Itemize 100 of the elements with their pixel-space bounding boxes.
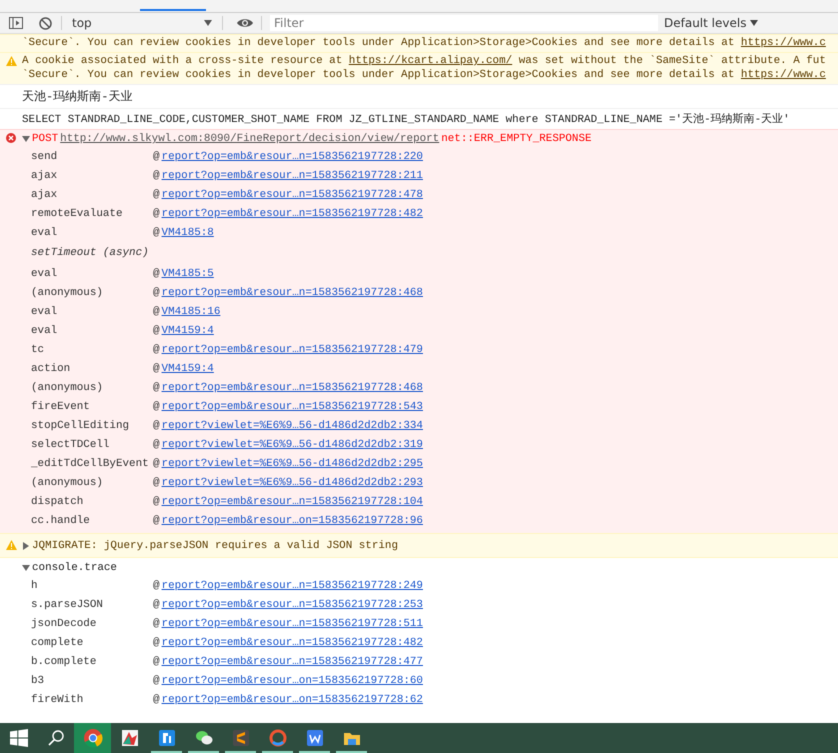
source-link[interactable]: report?viewlet=%E6%9…56-d1486d2d2db2:319 bbox=[162, 438, 423, 450]
warning-message: `Secure`. You can review cookies in developer tools under Application>Storage>Cookies and see more details at https://www.c bbox=[22, 68, 827, 82]
warning-message: JQMIGRATE: jQuery.parseJSON requires a valid JSON string bbox=[32, 540, 398, 552]
source-link[interactable]: report?op=emb&resour…n=1583562197728:468 bbox=[162, 286, 423, 298]
source-link[interactable]: VM4159:4 bbox=[162, 324, 214, 336]
function-name: eval bbox=[31, 324, 58, 336]
source-link[interactable]: VM4159:4 bbox=[162, 362, 214, 374]
error-icon bbox=[6, 133, 16, 143]
source-link[interactable]: report?op=emb&resour…n=1583562197728:468 bbox=[162, 382, 423, 394]
warning-message: `Secure`. You can review cookies in developer tools under Application>Storage>Cookies and see more details at https://www.c bbox=[22, 36, 827, 50]
trace-label: console.trace bbox=[32, 562, 117, 574]
source-link[interactable]: report?op=emb&resour…n=1583562197728:482 bbox=[162, 636, 423, 648]
function-name: b.complete bbox=[31, 656, 98, 668]
function-name: eval bbox=[31, 306, 58, 318]
caret-icon bbox=[750, 20, 758, 26]
at-sign: @ bbox=[153, 382, 160, 394]
at-sign: @ bbox=[153, 188, 160, 200]
function-name: ajax bbox=[31, 188, 58, 200]
at-sign: @ bbox=[153, 636, 160, 648]
source-link[interactable]: report?op=emb&resour…n=1583562197728:511 bbox=[162, 618, 423, 630]
function-name: complete bbox=[31, 636, 84, 648]
caret-icon bbox=[204, 20, 212, 26]
function-name: fireWith bbox=[31, 694, 84, 706]
function-name: ajax bbox=[31, 170, 58, 182]
function-name: fireEvent bbox=[31, 400, 91, 412]
sidebar-toggle-button[interactable] bbox=[6, 14, 26, 32]
request-url-link[interactable]: http://www.slkywl.com:8090/FineReport/decision/view/report bbox=[60, 133, 440, 145]
log-message: 天池-玛纳斯南-天业 bbox=[22, 90, 132, 104]
source-link[interactable]: report?op=emb&resour…n=1583562197728:479 bbox=[162, 344, 423, 356]
function-name: action bbox=[31, 362, 72, 374]
at-sign: @ bbox=[153, 438, 160, 450]
source-link[interactable]: report?op=emb&resour…n=1583562197728:253 bbox=[162, 598, 423, 610]
function-name: stopCellEditing bbox=[31, 420, 130, 432]
warning-icon bbox=[6, 56, 16, 66]
url-link[interactable]: https://www.c bbox=[740, 69, 826, 81]
source-link[interactable]: report?op=emb&resour…n=1583562197728:543 bbox=[162, 400, 423, 412]
function-name: selectTDCell bbox=[31, 438, 110, 450]
function-name: (anonymous) bbox=[31, 382, 104, 394]
source-link[interactable]: report?op=emb&resour…n=1583562197728:220 bbox=[162, 150, 423, 162]
source-link[interactable]: VM4185:16 bbox=[162, 306, 220, 318]
function-name: eval bbox=[31, 226, 58, 238]
at-sign: @ bbox=[153, 344, 160, 356]
function-name: h bbox=[31, 580, 39, 592]
collapsed-arrow-icon[interactable] bbox=[22, 542, 30, 550]
at-sign: @ bbox=[153, 674, 160, 686]
at-sign: @ bbox=[153, 306, 160, 318]
source-link[interactable]: report?viewlet=%E6%9…56-d1486d2d2db2:334 bbox=[162, 420, 423, 432]
async-frame-label: setTimeout (async) bbox=[31, 247, 150, 259]
at-sign: @ bbox=[153, 226, 160, 238]
function-name: s.parseJSON bbox=[31, 598, 104, 610]
source-link[interactable]: VM4185:8 bbox=[162, 226, 214, 238]
url-link[interactable]: https://www.c bbox=[740, 37, 826, 49]
at-sign: @ bbox=[153, 656, 160, 668]
source-link[interactable]: report?op=emb&resour…n=1583562197728:482 bbox=[162, 208, 423, 220]
function-name: jsonDecode bbox=[31, 618, 98, 630]
at-sign: @ bbox=[153, 400, 160, 412]
at-sign: @ bbox=[153, 598, 160, 610]
levels-dropdown[interactable]: Default levels bbox=[664, 16, 758, 30]
source-link[interactable]: report?op=emb&resour…n=1583562197728:249 bbox=[162, 580, 423, 592]
error-text: net::ERR_EMPTY_RESPONSE bbox=[441, 133, 592, 145]
at-sign: @ bbox=[153, 208, 160, 220]
source-link[interactable]: VM4185:5 bbox=[162, 268, 214, 280]
at-sign: @ bbox=[153, 362, 160, 374]
source-link[interactable]: report?viewlet=%E6%9…56-d1486d2d2db2:293 bbox=[162, 476, 423, 488]
at-sign: @ bbox=[153, 496, 160, 508]
source-link[interactable]: report?op=emb&resour…on=1583562197728:96 bbox=[162, 514, 423, 526]
url-link[interactable]: https://kcart.alipay.com/ bbox=[348, 55, 512, 67]
function-name: cc.handle bbox=[31, 514, 91, 526]
ring-app-icon bbox=[268, 728, 288, 748]
active-tab-indicator bbox=[140, 9, 206, 11]
warning-message: A cookie associated with a cross-site resource at https://kcart.alipay.com/ was set without the `SameSite` attribute. A fut bbox=[22, 54, 827, 68]
at-sign: @ bbox=[153, 458, 160, 470]
expanded-arrow-icon[interactable] bbox=[22, 135, 30, 143]
at-sign: @ bbox=[153, 286, 160, 298]
function-name: (anonymous) bbox=[31, 286, 104, 298]
source-link[interactable]: report?op=emb&resour…on=1583562197728:60 bbox=[162, 674, 423, 686]
source-link[interactable]: report?op=emb&resour…on=1583562197728:62 bbox=[162, 694, 423, 706]
function-name: (anonymous) bbox=[31, 476, 104, 488]
at-sign: @ bbox=[153, 324, 160, 336]
source-link[interactable]: report?op=emb&resour…n=1583562197728:477 bbox=[162, 656, 423, 668]
windows-logo-icon bbox=[10, 729, 28, 747]
source-link[interactable]: report?viewlet=%E6%9…56-d1486d2d2db2:295 bbox=[162, 458, 423, 470]
sublime-app-icon bbox=[230, 728, 250, 748]
source-link[interactable]: report?op=emb&resour…n=1583562197728:104 bbox=[162, 496, 423, 508]
context-select[interactable]: top bbox=[68, 16, 216, 30]
warning-icon bbox=[6, 540, 16, 550]
editor-app-icon bbox=[156, 728, 176, 748]
source-link[interactable]: report?op=emb&resour…n=1583562197728:478 bbox=[162, 188, 423, 200]
filter-field[interactable]: Filter bbox=[270, 15, 658, 31]
at-sign: @ bbox=[153, 514, 160, 526]
source-link[interactable]: report?op=emb&resour…n=1583562197728:211 bbox=[162, 170, 423, 182]
expanded-arrow-icon[interactable] bbox=[22, 564, 30, 572]
request-method: POST bbox=[32, 133, 58, 145]
chart-app-icon bbox=[120, 728, 140, 748]
function-name: b3 bbox=[31, 674, 46, 686]
search-icon bbox=[48, 730, 64, 746]
at-sign: @ bbox=[153, 268, 160, 280]
document-app-icon bbox=[304, 728, 324, 748]
function-name: send bbox=[31, 150, 58, 162]
function-name: remoteEvaluate bbox=[31, 208, 124, 220]
